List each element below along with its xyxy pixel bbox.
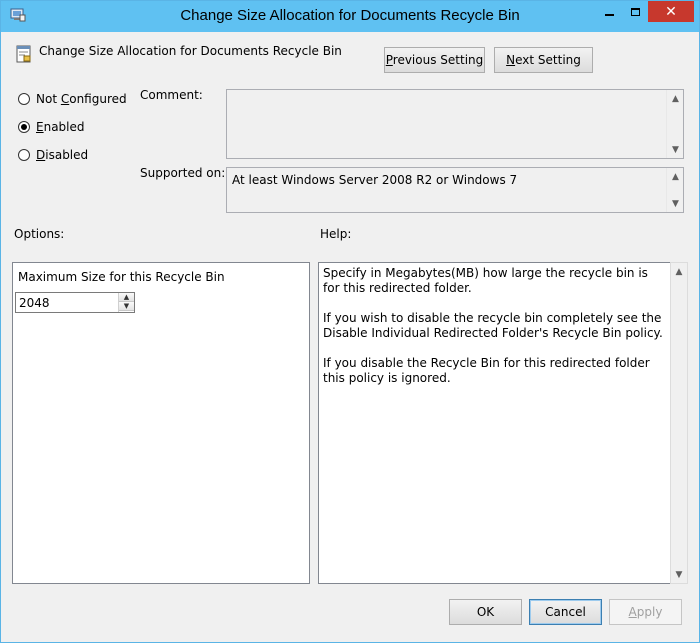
apply-accel: A — [628, 605, 637, 619]
radio-not-configured-circle[interactable] — [18, 93, 30, 105]
spin-up-icon[interactable]: ▲ — [119, 293, 134, 302]
supported-scrollbar[interactable]: ▲ ▼ — [666, 168, 683, 212]
help-paragraph: Specify in Megabytes(MB) how large the r… — [323, 266, 648, 295]
next-setting-button[interactable]: Next Setting — [494, 47, 593, 73]
scroll-up-icon[interactable]: ▲ — [667, 90, 684, 107]
policy-name: Change Size Allocation for Documents Rec… — [39, 44, 342, 58]
comment-scrollbar[interactable]: ▲ ▼ — [666, 90, 683, 158]
options-label: Options: — [14, 227, 65, 241]
radio-disabled-circle[interactable] — [18, 149, 30, 161]
comment-label: Comment: — [140, 88, 203, 102]
radio-disabled-label: Disabled — [36, 148, 89, 162]
radio-not-configured[interactable]: Not Configured — [18, 92, 127, 106]
max-size-value[interactable]: 2048 — [19, 296, 50, 310]
help-text: Specify in Megabytes(MB) how large the r… — [319, 263, 670, 386]
close-button[interactable]: ✕ — [648, 1, 694, 22]
spin-buttons: ▲ ▼ — [118, 293, 134, 312]
help-paragraph: If you disable the Recycle Bin for this … — [323, 356, 650, 385]
minimize-icon — [604, 13, 614, 16]
help-panel: Specify in Megabytes(MB) how large the r… — [318, 262, 671, 584]
ok-button[interactable]: OK — [449, 599, 522, 625]
max-size-label: Maximum Size for this Recycle Bin — [18, 270, 225, 284]
close-icon: ✕ — [665, 3, 677, 20]
supported-on-label: Supported on: — [140, 166, 226, 180]
next-label: ext Setting — [515, 53, 581, 67]
radio-enabled[interactable]: Enabled — [18, 120, 85, 134]
comment-value — [227, 90, 683, 106]
maximize-button[interactable] — [621, 1, 649, 22]
scroll-up-icon[interactable]: ▲ — [671, 263, 687, 280]
supported-on-box: At least Windows Server 2008 R2 or Windo… — [226, 167, 684, 213]
apply-label: pply — [636, 605, 663, 619]
policy-setting-icon — [16, 45, 31, 63]
previous-accel: P — [385, 53, 393, 67]
scroll-down-icon[interactable]: ▼ — [667, 195, 684, 212]
maximize-icon — [630, 7, 640, 16]
supported-on-value: At least Windows Server 2008 R2 or Windo… — [232, 173, 518, 187]
previous-label: revious Setting — [392, 53, 484, 67]
radio-enabled-label: Enabled — [36, 120, 85, 134]
previous-setting-button[interactable]: Previous Setting — [384, 47, 485, 73]
scroll-down-icon[interactable]: ▼ — [667, 141, 684, 158]
max-size-spinbox[interactable]: 2048 ▲ ▼ — [15, 292, 135, 313]
radio-not-configured-label: Not Configured — [36, 92, 127, 106]
dialog-window: Change Size Allocation for Documents Rec… — [0, 0, 700, 643]
next-accel: N — [506, 53, 516, 67]
apply-button[interactable]: Apply — [609, 599, 682, 625]
radio-disabled[interactable]: Disabled — [18, 148, 88, 162]
help-scrollbar[interactable]: ▲ ▼ — [670, 262, 688, 584]
scroll-up-icon[interactable]: ▲ — [667, 168, 684, 185]
scroll-down-icon[interactable]: ▼ — [671, 566, 687, 583]
radio-enabled-circle[interactable] — [18, 121, 30, 133]
comment-textarea[interactable]: ▲ ▼ — [226, 89, 684, 159]
help-paragraph: If you wish to disable the recycle bin c… — [323, 311, 663, 340]
cancel-button[interactable]: Cancel — [529, 599, 602, 625]
minimize-button[interactable] — [595, 1, 623, 22]
spin-down-icon[interactable]: ▼ — [119, 302, 134, 311]
help-label: Help: — [320, 227, 352, 241]
title-bar[interactable]: Change Size Allocation for Documents Rec… — [1, 1, 699, 32]
